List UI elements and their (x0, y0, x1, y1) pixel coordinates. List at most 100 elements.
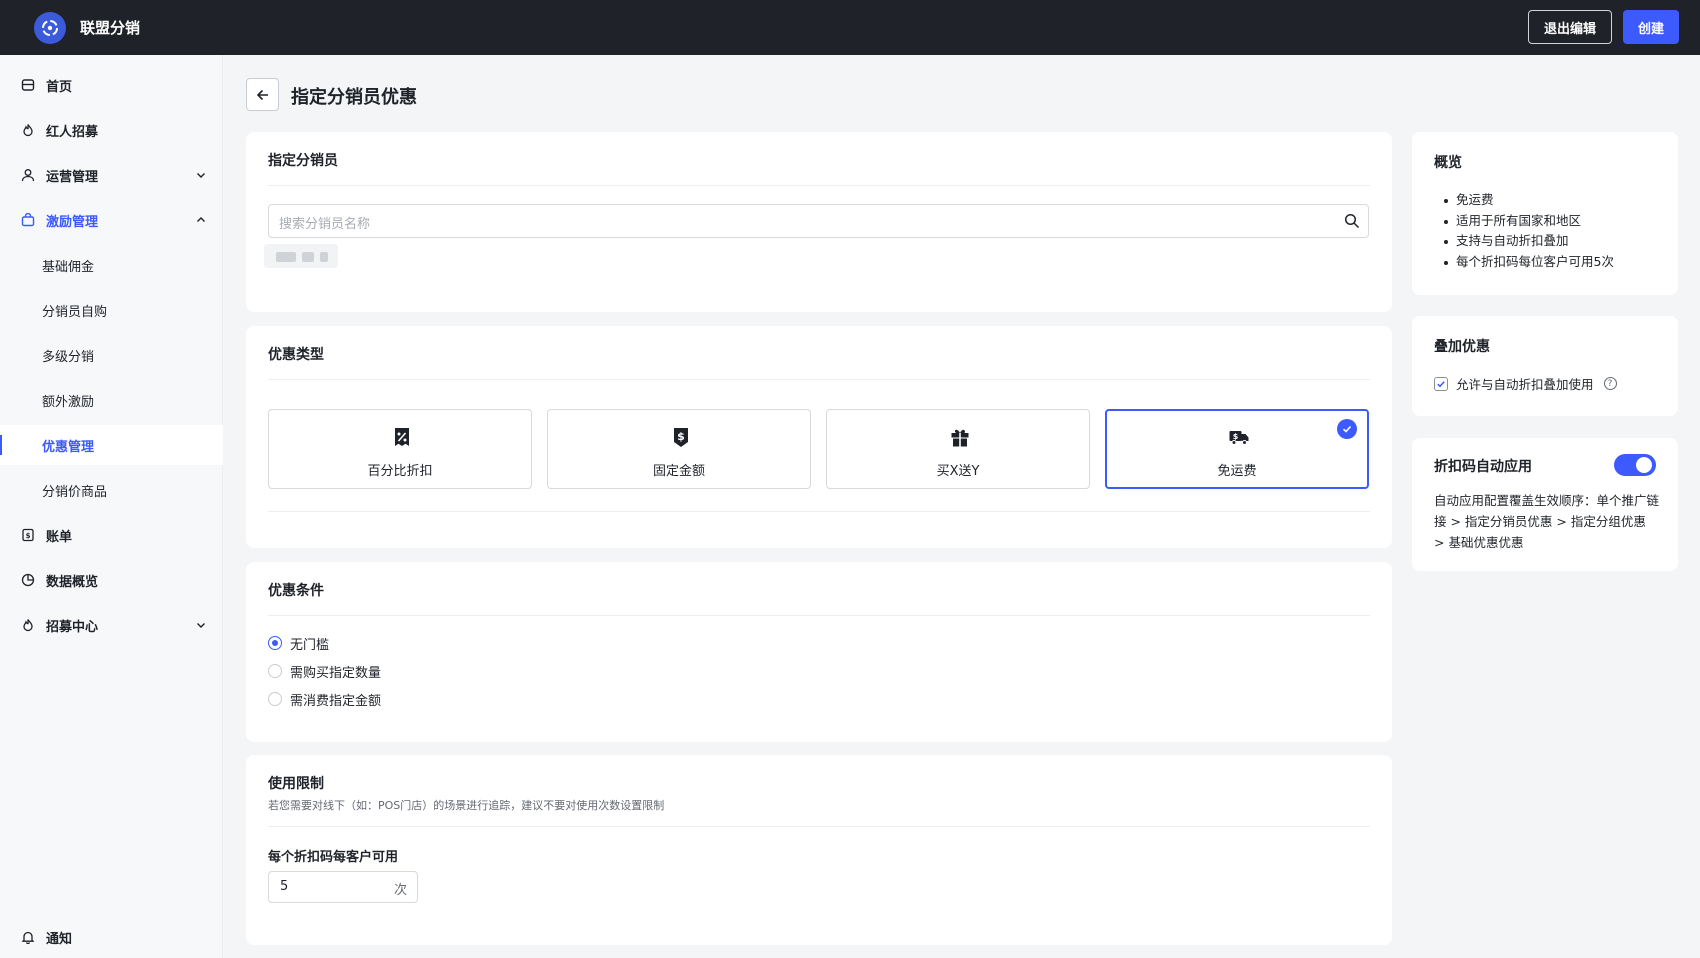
divider (268, 511, 1370, 512)
dollar-tag-icon: $ (674, 428, 688, 447)
sidebar-item-label: 分销员自购 (42, 304, 108, 320)
sidebar-item-self-purchase[interactable]: 分销员自购 (0, 290, 223, 330)
discount-type-card: 优惠类型 百分比折扣 $ 固定金额 买X送Y $ 免运费 (246, 326, 1392, 548)
radio-label: 需消费指定金额 (290, 693, 382, 709)
bell-icon (20, 929, 36, 945)
auto-apply-title: 折扣码自动应用 (1434, 459, 1532, 475)
list-item: 免运费 (1434, 190, 1614, 211)
exit-edit-button[interactable]: 退出编辑 (1528, 10, 1612, 44)
stacking-checkbox-row[interactable]: 允许与自动折扣叠加使用 ? (1434, 374, 1617, 393)
sidebar-item-label: 数据概览 (46, 574, 99, 590)
top-bar: 联盟分销 退出编辑 创建 (0, 0, 1700, 55)
create-button[interactable]: 创建 (1623, 10, 1679, 44)
per-customer-limit-label: 每个折扣码每客户可用 (268, 850, 399, 865)
sidebar-item-label: 额外激励 (42, 394, 95, 410)
sidebar-item-multi-level[interactable]: 多级分销 (0, 335, 223, 375)
stacking-title: 叠加优惠 (1434, 339, 1490, 355)
type-option-label: 百分比折扣 (367, 464, 433, 479)
flame-icon (20, 617, 36, 633)
sidebar-item-label: 优惠管理 (42, 439, 95, 455)
sidebar-item-bills[interactable]: $ 账单 (0, 515, 223, 555)
overview-card: 概览 免运费 适用于所有国家和地区 支持与自动折扣叠加 每个折扣码每位客户可用5… (1412, 132, 1678, 295)
sidebar-item-incentives[interactable]: 激励管理 (0, 200, 223, 240)
sidebar-item-discount-management[interactable]: 优惠管理 (0, 425, 223, 465)
check-icon (1337, 419, 1357, 439)
arrow-left-icon (256, 89, 268, 100)
app-title: 联盟分销 (80, 19, 141, 37)
divider (268, 379, 1370, 380)
sidebar-item-notifications[interactable]: 通知 (0, 917, 223, 957)
svg-text:$: $ (677, 430, 685, 443)
type-option-free-shipping[interactable]: $ 免运费 (1105, 409, 1369, 489)
section-title: 优惠类型 (268, 347, 324, 363)
section-title: 指定分销员 (268, 153, 338, 169)
usage-limits-hint: 若您需要对线下（如：POS门店）的场景进行追踪，建议不要对使用次数设置限制 (268, 799, 665, 812)
chevron-down-icon (197, 623, 205, 628)
checkbox[interactable] (1434, 376, 1448, 391)
section-title: 优惠条件 (268, 583, 324, 599)
percent-tag-icon (395, 428, 409, 446)
overview-title: 概览 (1434, 155, 1462, 171)
type-option-fixed-amount[interactable]: $ 固定金额 (547, 409, 811, 489)
check-icon (1437, 380, 1445, 387)
input-unit: 次 (393, 883, 407, 898)
sidebar-item-base-commission[interactable]: 基础佣金 (0, 245, 223, 285)
type-option-percentage[interactable]: 百分比折扣 (268, 409, 532, 489)
sidebar-item-label: 激励管理 (46, 214, 99, 230)
page-title: 指定分销员优惠 (291, 87, 417, 108)
auto-apply-toggle[interactable] (1614, 454, 1656, 476)
sidebar-item-label: 基础佣金 (42, 259, 95, 275)
flame-icon (20, 122, 36, 138)
sidebar-item-label: 账单 (46, 529, 73, 545)
selected-distributor-tag (264, 244, 338, 268)
sidebar-item-label: 多级分销 (42, 349, 95, 365)
conditions-card: 优惠条件 无门槛 需购买指定数量 需消费指定金额 (246, 562, 1392, 742)
sidebar-item-operations[interactable]: 运营管理 (0, 155, 223, 195)
list-item: 适用于所有国家和地区 (1434, 211, 1614, 232)
per-customer-limit-input[interactable]: 5 次 (268, 871, 418, 903)
back-button[interactable] (246, 78, 279, 111)
usage-limits-card: 使用限制 若您需要对线下（如：POS门店）的场景进行追踪，建议不要对使用次数设置… (246, 755, 1392, 945)
svg-text:$: $ (1233, 432, 1239, 441)
bill-icon: $ (20, 527, 36, 543)
search-icon (1344, 213, 1360, 229)
sidebar-item-recruit-center[interactable]: 招募中心 (0, 605, 223, 645)
search-placeholder: 搜索分销员名称 (279, 217, 371, 232)
sidebar-item-label: 分销价商品 (42, 484, 108, 500)
chevron-down-icon (197, 173, 205, 178)
radio[interactable] (268, 692, 282, 706)
divider (268, 826, 1370, 827)
sidebar-item-extra-incentive[interactable]: 额外激励 (0, 380, 223, 420)
sidebar-item-data-overview[interactable]: 数据概览 (0, 560, 223, 600)
type-option-label: 免运费 (1217, 464, 1257, 479)
truck-dollar-icon: $ (1229, 431, 1249, 445)
overview-list: 免运费 适用于所有国家和地区 支持与自动折扣叠加 每个折扣码每位客户可用5次 (1434, 190, 1614, 272)
help-icon[interactable]: ? (1603, 377, 1617, 390)
radio-label: 需购买指定数量 (290, 665, 382, 681)
pie-chart-icon (20, 572, 36, 588)
app-logo-icon (34, 12, 66, 44)
checkbox-label: 允许与自动折扣叠加使用 (1456, 377, 1594, 392)
list-item: 每个折扣码每位客户可用5次 (1434, 252, 1614, 273)
radio-label: 无门槛 (290, 637, 330, 653)
condition-option-min-quantity[interactable]: 需购买指定数量 (268, 661, 381, 681)
chevron-up-icon (197, 217, 205, 222)
sidebar-item-home[interactable]: 首页 (0, 65, 223, 105)
type-option-label: 固定金额 (652, 464, 705, 479)
sidebar-item-distribution-price-products[interactable]: 分销价商品 (0, 470, 223, 510)
condition-option-min-amount[interactable]: 需消费指定金额 (268, 689, 381, 709)
sidebar-item-influencer-recruit[interactable]: 红人招募 (0, 110, 223, 150)
gift-icon (951, 429, 969, 447)
type-option-buy-x-get-y[interactable]: 买X送Y (826, 409, 1090, 489)
sidebar-item-label: 红人招募 (46, 124, 99, 140)
type-option-label: 买X送Y (936, 464, 980, 479)
list-item: 支持与自动折扣叠加 (1434, 231, 1614, 252)
sidebar: 首页 红人招募 运营管理 激励管理 基础佣金 分销员自购 多级分销 额外激励 优… (0, 55, 223, 958)
bag-icon (20, 212, 36, 228)
section-title: 使用限制 (268, 776, 324, 792)
condition-option-none[interactable]: 无门槛 (268, 633, 329, 653)
radio-selected[interactable] (268, 636, 282, 650)
radio[interactable] (268, 664, 282, 678)
stacking-card: 叠加优惠 允许与自动折扣叠加使用 ? (1412, 316, 1678, 416)
distributor-search-input[interactable]: 搜索分销员名称 (268, 204, 1369, 238)
